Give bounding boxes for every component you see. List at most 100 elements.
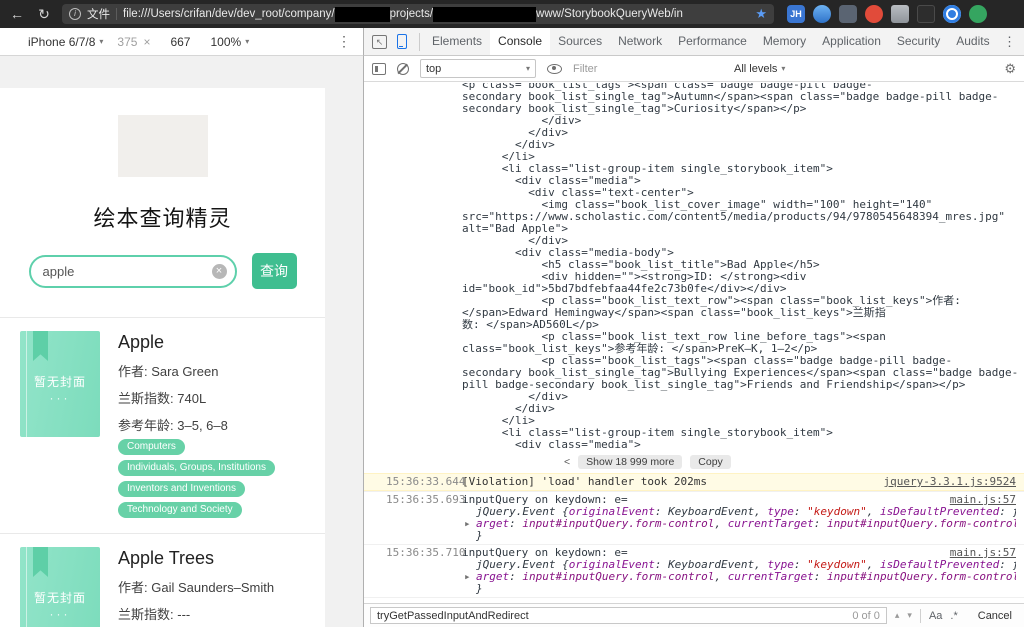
clear-input-icon[interactable]: × <box>211 263 227 279</box>
query-button[interactable]: 查询 <box>251 253 297 289</box>
tab-audits[interactable]: Audits <box>948 28 997 55</box>
tab-application[interactable]: Application <box>814 28 889 55</box>
log-timestamp: 15:36:35.693 <box>386 493 466 506</box>
console-filter-input[interactable] <box>573 62 723 75</box>
extension-icon-jh[interactable]: JH <box>787 5 805 23</box>
toolbar-divider <box>919 608 921 623</box>
device-toolbar-more-icon[interactable]: ⋮ <box>337 33 351 50</box>
tab-performance[interactable]: Performance <box>670 28 755 55</box>
chevron-down-icon: ▾ <box>245 37 250 46</box>
devtools-more-icon[interactable]: ⋮ <box>1003 34 1016 50</box>
viewport-width-field[interactable]: 375 <box>117 35 137 49</box>
field-label: 作者: <box>118 364 148 379</box>
no-cover-label: 暂无封面 <box>33 375 86 389</box>
tab-security[interactable]: Security <box>889 28 948 55</box>
screenshot-root: ← ↻ i 文件 file:///Users/crifan/dev/dev_ro… <box>0 0 1024 627</box>
console-text-line: </span>Edward Hemingway</span><span clas… <box>462 307 886 319</box>
search-query-text: tryGetPassedInputAndRedirect <box>377 609 529 622</box>
console-text-line: <h5 class="book_list_title">Bad Apple</h… <box>462 259 820 271</box>
console-search-input[interactable]: tryGetPassedInputAndRedirect 0 of 0 <box>370 607 887 624</box>
log-message: inputQuery on keydown: e= <box>462 493 628 506</box>
console-text-line: 数: </span>AD560L</p> <box>462 319 599 331</box>
book-field: 兰斯指数: --- <box>118 604 274 623</box>
viewport-height-field[interactable]: 667 <box>170 35 190 49</box>
console-text-line: <div class="text-center"> <box>462 187 694 199</box>
book-list-item[interactable]: 暂无封面 ··· Apple Trees 作者: Gail Saunders–S… <box>0 533 325 627</box>
book-field: 参考年龄: 3–5, 6–8 <box>118 415 275 434</box>
console-settings-gear-icon[interactable]: ⚙ <box>1004 61 1016 77</box>
search-cancel-button[interactable]: Cancel <box>978 610 1012 622</box>
url-bar[interactable]: i 文件 file:///Users/crifan/dev/dev_root/c… <box>62 4 774 24</box>
object-preview-line[interactable]: jQuery.Event {originalEvent: KeyboardEve… <box>462 506 1016 518</box>
extension-icon-gray-badge[interactable] <box>839 5 857 23</box>
console-text-line: <div hidden=""><strong>ID: </strong><div <box>462 271 807 283</box>
extension-icon-blue[interactable] <box>813 5 831 23</box>
field-label: 兰斯指数: <box>118 391 174 406</box>
execution-context-select[interactable]: top ▾ <box>420 59 536 78</box>
log-levels-select[interactable]: All levels ▾ <box>734 63 785 75</box>
app-logo-placeholder <box>117 115 208 177</box>
device-mode-icon[interactable] <box>397 34 407 49</box>
bookmark-star-icon[interactable]: ★ <box>755 6 767 22</box>
console-search-bar: tryGetPassedInputAndRedirect 0 of 0 ▴ ▾ … <box>364 603 1024 627</box>
regex-toggle[interactable]: .* <box>950 610 957 622</box>
search-field[interactable] <box>42 258 203 284</box>
context-label: top <box>426 62 442 75</box>
back-icon[interactable]: ← <box>8 6 26 22</box>
book-search-input[interactable]: × <box>28 254 237 288</box>
devtools-tabbar: ↖ Elements Console Sources Network Perfo… <box>363 28 1024 56</box>
truncation-mark: < <box>564 456 571 468</box>
devtools-panel: top ▾ All levels ▾ ⚙ <p class="book_list… <box>363 56 1024 627</box>
tab-network[interactable]: Network <box>610 28 670 55</box>
toolbar-divider <box>419 32 420 51</box>
extension-icon-red[interactable] <box>865 5 883 23</box>
tag-list: Computers Individuals, Groups, Institutio… <box>118 439 275 518</box>
console-sidebar-icon[interactable] <box>372 62 386 75</box>
search-next-button[interactable]: ▾ <box>907 610 912 621</box>
copy-button[interactable]: Copy <box>690 455 731 469</box>
tab-elements[interactable]: Elements <box>424 28 490 55</box>
field-label: 兰斯指数: <box>118 607 174 622</box>
info-icon[interactable]: i <box>69 8 81 20</box>
tab-memory[interactable]: Memory <box>755 28 814 55</box>
bookmark-ribbon-icon <box>33 547 48 577</box>
url-text: file:///Users/crifan/dev/dev_root/compan… <box>123 6 745 22</box>
console-text-line: <p class="book_list_text_row"><span clas… <box>462 295 961 307</box>
book-list-item[interactable]: 暂无封面 ··· Apple 作者: Sara Green 兰斯指数: 740L… <box>0 317 325 533</box>
show-more-row: < Show 18 999 more Copy <box>364 455 1024 469</box>
match-case-toggle[interactable]: Aa <box>929 610 942 622</box>
device-type-select[interactable]: iPhone 6/7/8 ▾ <box>28 35 103 49</box>
source-link[interactable]: jquery-3.3.1.js:9524 <box>884 476 1016 488</box>
console-text-line: secondary book_list_single_tag">Autumn</… <box>462 91 999 103</box>
url-segment: projects/ <box>389 8 434 20</box>
live-expression-eye-icon[interactable] <box>547 63 562 74</box>
console-text-line: <p class="book_list_text_row line_before… <box>462 331 886 343</box>
source-link[interactable]: main.js:57 <box>950 547 1016 559</box>
extension-icon-green[interactable] <box>969 5 987 23</box>
tab-console[interactable]: Console <box>490 28 551 55</box>
extension-icon-blue-ring[interactable] <box>943 5 961 23</box>
tab-sources[interactable]: Sources <box>550 28 610 55</box>
no-cover-label: 暂无封面 <box>33 591 86 605</box>
zoom-select[interactable]: 100% ▾ <box>210 35 249 49</box>
search-prev-button[interactable]: ▴ <box>895 610 900 621</box>
clear-console-icon[interactable] <box>397 62 409 75</box>
object-preview-line[interactable]: jQuery.Event {originalEvent: KeyboardEve… <box>462 559 1016 571</box>
reload-icon[interactable]: ↻ <box>35 6 53 23</box>
show-more-button[interactable]: Show 18 999 more <box>578 455 683 469</box>
inspect-element-icon[interactable]: ↖ <box>372 34 387 49</box>
cover-dots: ··· <box>49 607 71 621</box>
console-violation-entry: 15:36:33.644 jquery-3.3.1.js:9524 [Viola… <box>364 473 1024 491</box>
field-value: Gail Saunders–Smith <box>151 580 275 595</box>
object-preview-line[interactable]: ▸ arget: input#inputQuery.form-control, c… <box>462 518 1016 530</box>
device-viewport: 绘本查询精灵 × 查询 暂无封面 ··· Apple 作 <box>0 56 363 627</box>
object-preview-line: } <box>476 530 483 542</box>
expand-triangle-icon[interactable]: ▸ <box>464 571 476 583</box>
source-link[interactable]: main.js:57 <box>950 494 1016 506</box>
object-preview-line[interactable]: ▸ arget: input#inputQuery.form-control, c… <box>462 571 1016 583</box>
extension-icon-grid-dark[interactable] <box>917 5 935 23</box>
extension-icon-grid-light[interactable] <box>891 5 909 23</box>
console-text-line: </div> <box>462 403 555 415</box>
expand-triangle-icon[interactable]: ▸ <box>464 518 476 530</box>
url-segment: file:///Users/crifan/dev/dev_root/compan… <box>123 8 335 20</box>
